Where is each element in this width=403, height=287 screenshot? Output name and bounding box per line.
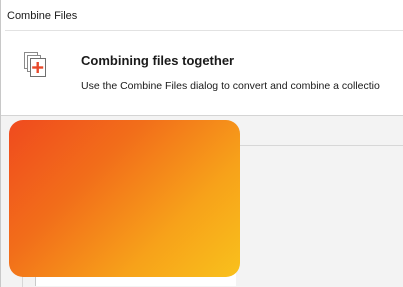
dropdown-arrow-icon <box>168 168 177 174</box>
window-title: Combine Files <box>7 10 78 22</box>
dialog-header: Combining files together Use the Combine… <box>1 31 403 115</box>
add-files-split-button: Add Files... <box>45 161 180 181</box>
header-description: Use the Combine Files dialog to convert … <box>81 80 380 92</box>
stage: Combine Files Combining files together U… <box>0 0 403 287</box>
menu-item-add-files[interactable]: Add Files <box>47 188 175 210</box>
add-dropdown-menu: Add Files Add Folder <box>45 186 177 236</box>
header-title: Combining files together <box>81 53 235 68</box>
menu-item-add-folder[interactable]: Add Folder <box>47 212 175 234</box>
add-files-dropdown-toggle[interactable] <box>165 161 180 181</box>
combine-files-icon <box>23 51 49 79</box>
add-files-button[interactable]: Add Files... <box>45 161 163 181</box>
files-to-combine-label: Files to combine <box>23 137 103 149</box>
combine-files-dialog: Combine Files Combining files together U… <box>0 0 403 287</box>
